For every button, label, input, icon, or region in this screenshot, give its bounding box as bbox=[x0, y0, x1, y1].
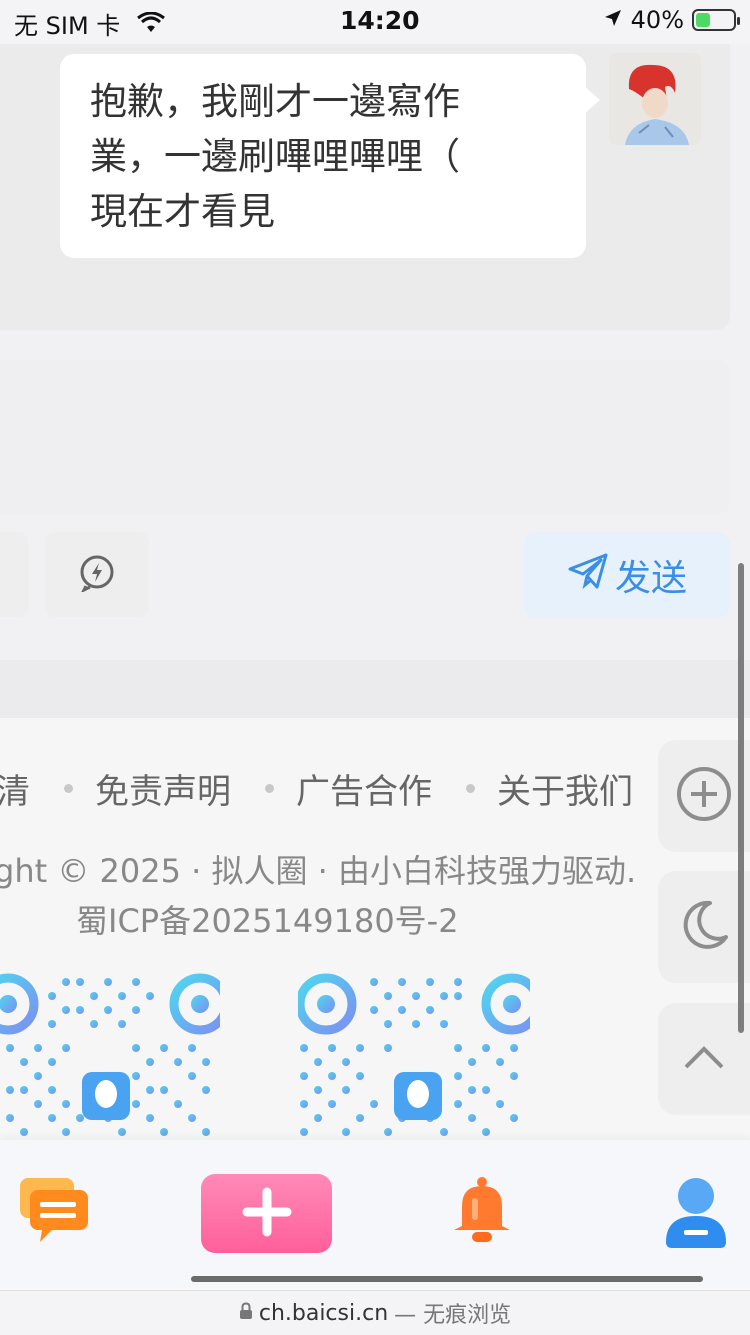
carrier-status: 无 SIM 卡 bbox=[14, 6, 166, 41]
quick-reply-button[interactable] bbox=[45, 532, 149, 617]
tab-add-post[interactable] bbox=[201, 1174, 332, 1253]
qq-qr-code bbox=[0, 968, 220, 1148]
plus-icon bbox=[241, 1186, 293, 1242]
message-input[interactable] bbox=[0, 360, 730, 514]
tab-messages[interactable] bbox=[14, 1172, 92, 1250]
separator-dot bbox=[466, 784, 475, 793]
message-line: 業，一邊刷嗶哩嗶哩（ bbox=[90, 135, 460, 178]
separator-dot bbox=[64, 784, 73, 793]
chevron-up-icon bbox=[682, 1043, 726, 1075]
send-label: 发送 bbox=[614, 558, 687, 599]
tab-profile[interactable] bbox=[660, 1176, 732, 1252]
footer-links: 清 免责声明 广告合作 关于我们 bbox=[0, 764, 633, 813]
url-domain: ch.baicsi.cn bbox=[258, 1300, 389, 1326]
message-bubble: 抱歉，我剛才一邊寫作 業，一邊刷嗶哩嗶哩（ 現在才看見 bbox=[60, 54, 586, 258]
private-mode-label: — 无痕浏览 bbox=[394, 1303, 512, 1328]
status-right: 40% bbox=[603, 6, 740, 34]
footer-link[interactable]: 清 bbox=[0, 764, 30, 813]
lightning-bubble-icon bbox=[78, 554, 116, 596]
avatar[interactable] bbox=[609, 53, 701, 145]
dark-mode-button[interactable] bbox=[658, 871, 750, 983]
wechat-qr-code bbox=[298, 968, 530, 1148]
back-to-top-button[interactable] bbox=[658, 1003, 750, 1115]
scrollbar[interactable] bbox=[738, 563, 744, 1033]
plus-circle-icon bbox=[675, 765, 733, 827]
send-button[interactable]: 发送 bbox=[524, 532, 730, 618]
footer-link-about[interactable]: 关于我们 bbox=[497, 764, 633, 813]
footer-link-ads[interactable]: 广告合作 bbox=[296, 764, 432, 813]
add-float-button[interactable] bbox=[658, 740, 750, 852]
user-icon bbox=[664, 1176, 728, 1252]
icp-link[interactable]: 蜀ICP备2025149180号-2 bbox=[76, 896, 459, 942]
home-indicator bbox=[191, 1276, 703, 1282]
section-divider bbox=[0, 660, 750, 718]
moon-icon bbox=[676, 897, 732, 957]
browser-url-bar[interactable]: ch.baicsi.cn — 无痕浏览 bbox=[0, 1290, 750, 1335]
carrier-label: 无 SIM 卡 bbox=[14, 12, 121, 40]
location-arrow-icon bbox=[603, 6, 623, 34]
wifi-icon bbox=[136, 11, 166, 40]
footer-link-disclaimer[interactable]: 免责声明 bbox=[95, 764, 231, 813]
bubble-tail bbox=[584, 86, 600, 114]
clock: 14:20 bbox=[340, 6, 420, 35]
tab-bar bbox=[0, 1140, 750, 1290]
toolbar-button[interactable] bbox=[0, 532, 28, 617]
separator-dot bbox=[265, 784, 274, 793]
message-line: 抱歉，我剛才一邊寫作 bbox=[90, 80, 460, 123]
message-line: 現在才看見 bbox=[90, 190, 275, 233]
lock-icon bbox=[239, 1301, 253, 1326]
bell-icon bbox=[446, 1174, 518, 1250]
battery-percent: 40% bbox=[630, 6, 684, 34]
paper-plane-icon bbox=[567, 552, 609, 599]
chat-bubbles-icon bbox=[16, 1174, 90, 1248]
battery-icon bbox=[692, 9, 740, 31]
copyright-text: ght © 2025 · 拟人圈 · 由小白科技强力驱动. bbox=[0, 852, 637, 890]
tab-notifications[interactable] bbox=[443, 1172, 521, 1252]
